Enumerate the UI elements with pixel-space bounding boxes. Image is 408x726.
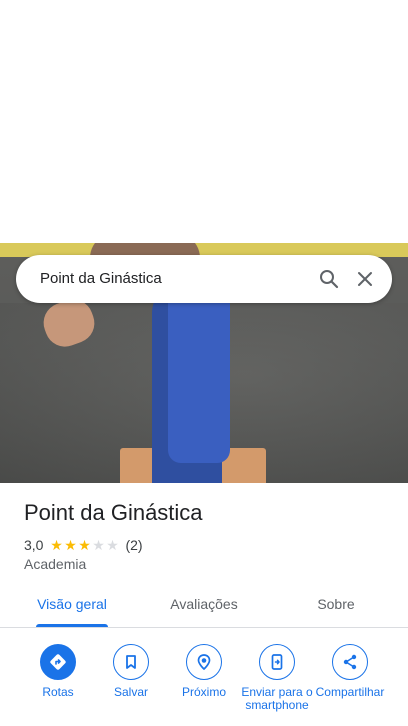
tab-overview[interactable]: Visão geral bbox=[0, 582, 144, 627]
send-to-phone-button[interactable]: Enviar para o smartphone bbox=[240, 644, 314, 712]
place-title: Point da Ginástica bbox=[24, 500, 203, 525]
search-icon[interactable] bbox=[317, 267, 341, 291]
star-icon: ★ bbox=[50, 537, 63, 553]
active-tab-indicator bbox=[36, 624, 108, 627]
tab-reviews[interactable]: Avaliações bbox=[132, 582, 276, 627]
star-icon: ★ bbox=[78, 537, 91, 553]
tab-bar: Visão geral Avaliações Sobre bbox=[0, 582, 408, 628]
share-icon bbox=[332, 644, 368, 680]
review-count[interactable]: (2) bbox=[125, 537, 142, 553]
tab-about[interactable]: Sobre bbox=[264, 582, 408, 627]
close-icon[interactable] bbox=[353, 267, 377, 291]
place-category: Academia bbox=[24, 556, 87, 572]
send-to-phone-icon bbox=[259, 644, 295, 680]
search-bar[interactable]: Point da Ginástica bbox=[16, 255, 392, 303]
star-icon: ★ bbox=[64, 537, 77, 553]
nearby-button[interactable]: Próximo bbox=[167, 644, 241, 699]
save-button[interactable]: Salvar bbox=[94, 644, 168, 699]
rating-value: 3,0 bbox=[24, 537, 44, 553]
search-input[interactable]: Point da Ginástica bbox=[40, 255, 162, 303]
directions-icon bbox=[40, 644, 76, 680]
star-icon: ★ bbox=[106, 537, 119, 553]
share-button[interactable]: Compartilhar bbox=[313, 644, 387, 699]
bookmark-icon bbox=[113, 644, 149, 680]
star-icon: ★ bbox=[92, 537, 105, 553]
map-area-blank bbox=[0, 0, 408, 243]
rating-row[interactable]: 3,0 ★ ★ ★ ★ ★ (2) bbox=[24, 536, 143, 554]
action-buttons: Rotas Salvar Próximo Enviar para o smart… bbox=[0, 644, 408, 726]
nearby-icon bbox=[186, 644, 222, 680]
directions-button[interactable]: Rotas bbox=[21, 644, 95, 699]
star-rating: ★ ★ ★ ★ ★ bbox=[49, 538, 119, 552]
